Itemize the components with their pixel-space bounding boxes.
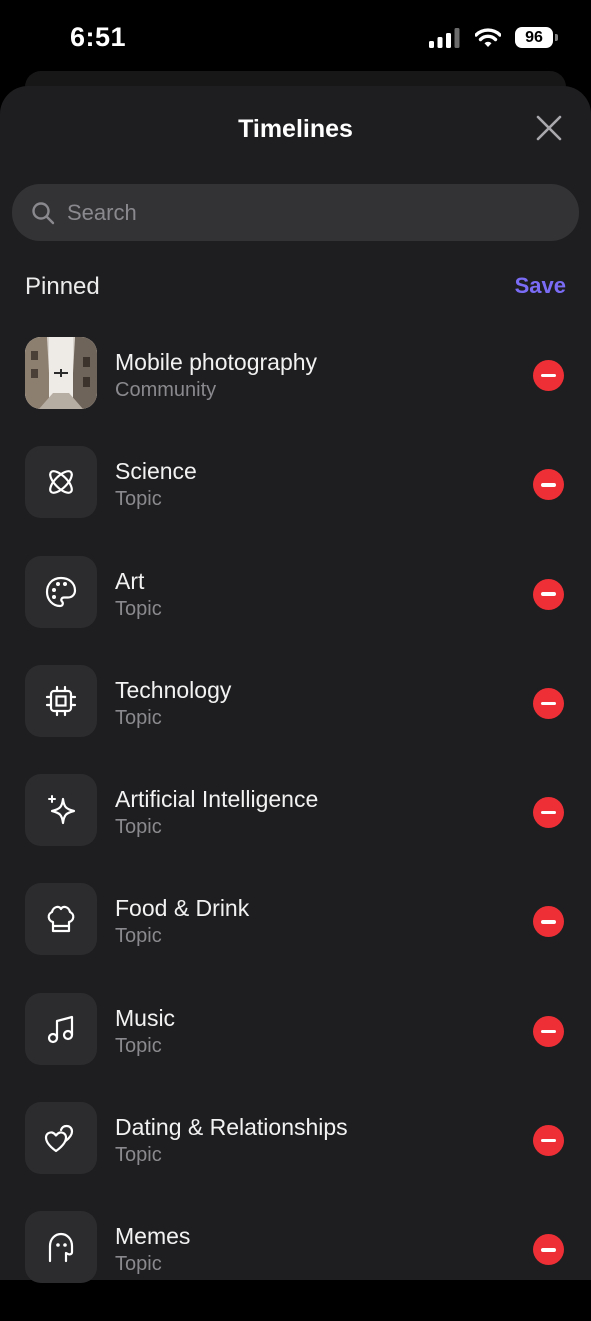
item-title: Technology bbox=[115, 676, 232, 703]
item-subtitle: Topic bbox=[115, 1253, 162, 1276]
list-item[interactable]: Artificial Intelligence Topic bbox=[0, 774, 591, 883]
item-subtitle: Community bbox=[115, 379, 217, 401]
topic-icon-container bbox=[25, 883, 97, 956]
list-item[interactable]: Science Topic bbox=[0, 446, 591, 555]
community-photo bbox=[25, 337, 97, 409]
remove-button[interactable] bbox=[533, 578, 564, 610]
atom-icon bbox=[49, 470, 73, 495]
pinned-list: Mobile photography Community Science Top… bbox=[0, 337, 591, 1321]
cellular-signal-icon bbox=[429, 27, 460, 48]
close-button[interactable] bbox=[532, 111, 566, 145]
status-bar: 6:51 96 bbox=[0, 0, 591, 80]
search-icon bbox=[32, 201, 55, 224]
list-item[interactable]: Mobile photography Community bbox=[0, 337, 591, 446]
remove-button[interactable] bbox=[533, 797, 564, 829]
close-icon bbox=[536, 115, 562, 141]
item-title: Artificial Intelligence bbox=[115, 786, 319, 813]
list-item[interactable]: Art Topic bbox=[0, 555, 591, 665]
sheet-title: Timelines bbox=[238, 115, 353, 143]
status-icons: 96 bbox=[429, 27, 558, 48]
remove-button[interactable] bbox=[533, 1125, 564, 1157]
minus-icon bbox=[541, 1029, 556, 1034]
community-photo-image bbox=[25, 337, 97, 409]
music-note-icon bbox=[47, 1015, 74, 1043]
topic-icon-container bbox=[25, 555, 97, 628]
topic-icon-container bbox=[25, 446, 97, 519]
minus-icon bbox=[541, 920, 556, 924]
search-input[interactable] bbox=[67, 199, 547, 226]
topic-icon-container bbox=[25, 1211, 97, 1284]
list-item[interactable]: Dating & Relationships Topic bbox=[0, 1102, 591, 1211]
minus-icon bbox=[541, 592, 556, 596]
minus-icon bbox=[541, 483, 556, 487]
item-title: Art bbox=[115, 567, 145, 594]
battery-level: 96 bbox=[525, 28, 543, 46]
hearts-icon bbox=[44, 1124, 74, 1153]
topic-icon-container bbox=[25, 664, 97, 737]
remove-button[interactable] bbox=[533, 687, 564, 719]
remove-button[interactable] bbox=[533, 906, 564, 938]
remove-button[interactable] bbox=[533, 1015, 564, 1047]
meme-face-icon bbox=[48, 1233, 74, 1263]
minus-icon bbox=[541, 373, 556, 378]
save-button[interactable]: Save bbox=[515, 273, 566, 299]
chip-icon bbox=[45, 685, 77, 716]
minus-icon bbox=[541, 1138, 556, 1143]
remove-button[interactable] bbox=[533, 1234, 564, 1266]
minus-icon bbox=[541, 701, 556, 706]
list-item[interactable]: Music Topic bbox=[0, 992, 591, 1102]
list-item[interactable]: Technology Topic bbox=[0, 664, 591, 774]
chef-hat-icon bbox=[47, 906, 75, 933]
item-subtitle: Topic bbox=[115, 925, 162, 948]
item-subtitle: Topic bbox=[115, 1034, 162, 1057]
item-subtitle: Topic bbox=[115, 1144, 162, 1167]
item-title: Memes bbox=[115, 1223, 191, 1250]
item-title: Food & Drink bbox=[115, 895, 250, 922]
item-subtitle: Topic bbox=[115, 706, 162, 729]
minus-icon bbox=[541, 810, 556, 815]
remove-button[interactable] bbox=[533, 469, 564, 501]
section-title: Pinned bbox=[25, 273, 100, 300]
item-title: Science bbox=[115, 458, 197, 485]
wifi-icon bbox=[475, 27, 501, 47]
topic-icon-container bbox=[25, 992, 97, 1065]
palette-icon bbox=[45, 576, 77, 607]
timelines-sheet: Timelines Pinned Save bbox=[0, 86, 591, 1284]
sparkle-icon bbox=[48, 795, 76, 825]
pinned-section-header: Pinned Save bbox=[25, 273, 566, 303]
item-subtitle: Topic bbox=[115, 597, 162, 620]
list-item[interactable]: Memes Topic bbox=[0, 1211, 591, 1320]
search-bar[interactable] bbox=[12, 184, 579, 241]
topic-icon-container bbox=[25, 774, 97, 847]
list-item[interactable]: Food & Drink Topic bbox=[0, 883, 591, 992]
status-time: 6:51 bbox=[70, 22, 127, 52]
remove-button[interactable] bbox=[533, 360, 564, 391]
item-title: Mobile photography bbox=[115, 349, 318, 375]
battery-indicator: 96 bbox=[515, 27, 558, 48]
item-title: Dating & Relationships bbox=[115, 1114, 348, 1141]
item-title: Music bbox=[115, 1004, 176, 1031]
minus-icon bbox=[541, 1248, 556, 1252]
item-subtitle: Topic bbox=[115, 816, 162, 839]
topic-icon-container bbox=[25, 1102, 97, 1175]
item-subtitle: Topic bbox=[115, 488, 162, 511]
